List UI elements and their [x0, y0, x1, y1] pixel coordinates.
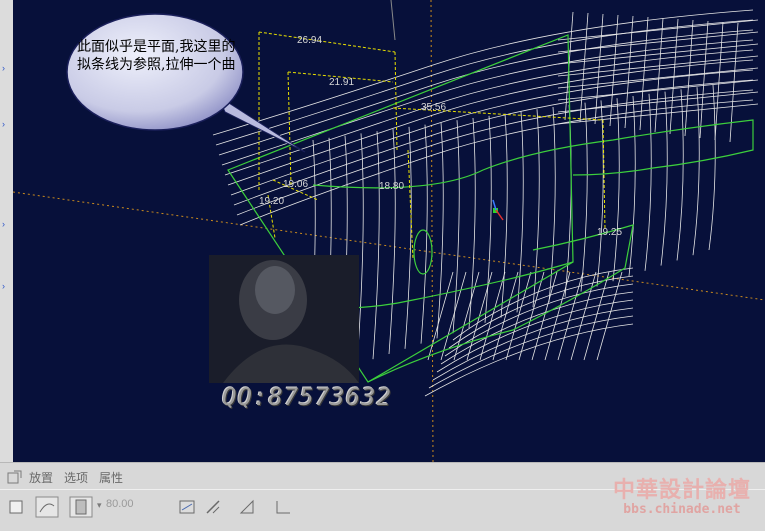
remove-material-icon[interactable]	[204, 498, 222, 516]
depth-icon[interactable]	[69, 496, 93, 518]
left-panel-strip: › › › ›	[0, 0, 14, 462]
csys-triad-icon	[492, 199, 504, 221]
tab-options[interactable]: 选项	[64, 469, 88, 486]
depth-value-input[interactable]: 80.00	[106, 498, 168, 516]
dimension-label: 19.06	[283, 179, 308, 190]
dimension-label: 18.80	[379, 181, 404, 192]
site-watermark: 中華設計論壇 bbs.chinade.net	[606, 472, 758, 520]
dimension-label: 19.20	[259, 196, 284, 207]
trim-icon[interactable]	[274, 498, 292, 516]
expand-arrow-icon[interactable]: ›	[2, 282, 10, 291]
thicken-icon[interactable]	[238, 498, 256, 516]
dimension-label: 26.94	[297, 35, 322, 46]
datum-axis-top	[390, 0, 396, 41]
graphics-viewport[interactable]: 26.94 21.91 35.56 19.06 18.80 19.20 19.2…	[13, 0, 765, 462]
tab-properties[interactable]: 属性	[99, 469, 123, 486]
watermark-site-url: bbs.chinade.net	[623, 502, 741, 517]
expand-arrow-icon[interactable]: ›	[2, 120, 10, 129]
dimension-label: 21.91	[329, 77, 354, 88]
qq-watermark: QQ:87573632	[222, 383, 392, 411]
watermark-site-name: 中華設計論壇	[612, 478, 751, 503]
dimension-label: 35.56	[421, 102, 446, 113]
solid-icon[interactable]	[7, 498, 25, 516]
embossed-portrait-image	[209, 255, 359, 383]
expand-arrow-icon[interactable]: ›	[2, 64, 10, 73]
chevron-down-icon[interactable]: ▾	[97, 500, 102, 511]
sketch-tool-icon[interactable]	[6, 468, 24, 486]
datum-axis-horizontal	[13, 191, 765, 301]
surface-icon[interactable]	[35, 496, 59, 518]
callout-text: 此面似乎是平面,我这里的拟条线为参照,拉伸一个曲	[77, 39, 236, 73]
flip-icon[interactable]	[178, 498, 196, 516]
dimension-label: 19.25	[597, 227, 622, 238]
callout-bubble	[66, 13, 306, 153]
tab-placement[interactable]: 放置	[29, 469, 53, 486]
expand-arrow-icon[interactable]: ›	[2, 220, 10, 229]
